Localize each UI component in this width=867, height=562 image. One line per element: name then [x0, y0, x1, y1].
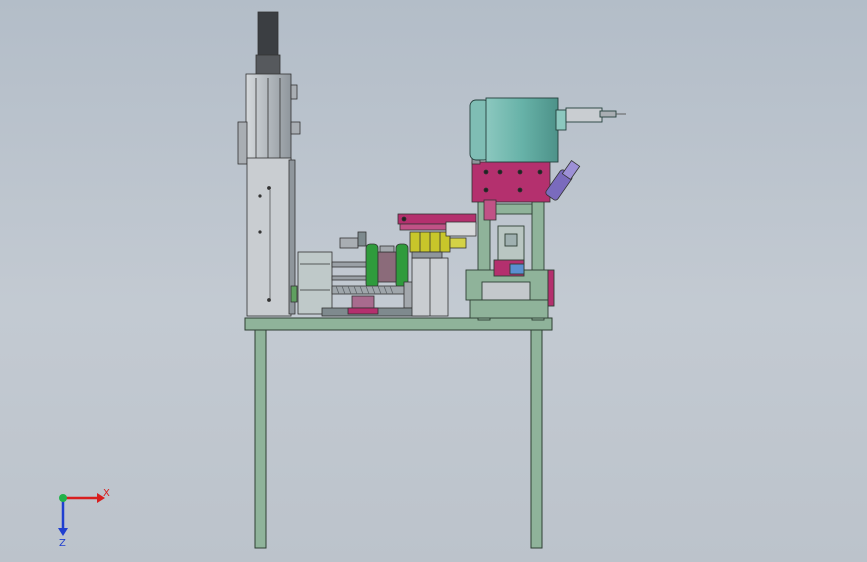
table-leg-left — [254, 329, 267, 549]
table-frame — [244, 317, 553, 549]
feed-screw — [331, 285, 413, 295]
table-leg-right — [530, 329, 543, 549]
drive-motor — [469, 97, 626, 163]
triad-z-label: Z — [59, 538, 66, 549]
press-station — [465, 191, 555, 321]
actuator-slide-rail — [246, 157, 292, 317]
coordinate-triad: X Z — [58, 488, 110, 549]
table-top — [244, 317, 553, 331]
feed-wheel-right — [395, 243, 409, 289]
cad-viewport[interactable]: X Z — [0, 0, 867, 562]
vertical-linear-actuator — [237, 11, 301, 317]
motor-shaft — [565, 107, 603, 123]
machine-drawing: X Z — [58, 11, 626, 549]
feed-wheel-left — [365, 243, 379, 289]
servo-motor — [257, 11, 279, 59]
triad-x-label: X — [103, 488, 110, 499]
actuator-body — [245, 73, 292, 163]
feed-motor-housing — [297, 251, 333, 315]
